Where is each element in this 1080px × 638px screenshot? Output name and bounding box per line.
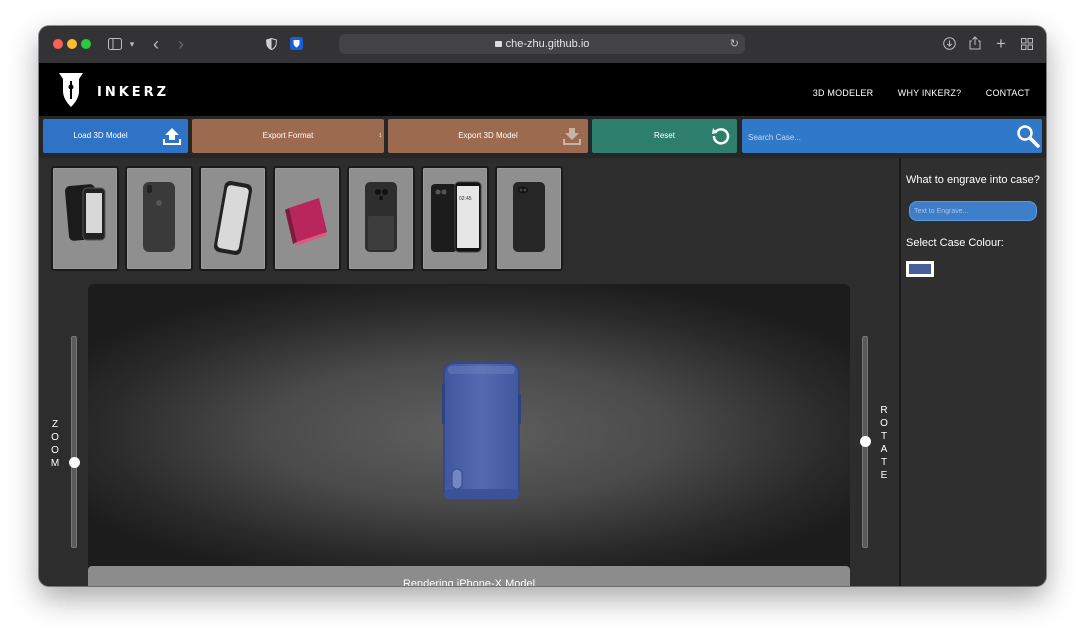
reset-label: Reset [654,131,675,140]
label-letter: Z [51,419,59,430]
back-icon[interactable]: ‹ [149,34,163,54]
browser-window: ▾ ‹ › che-zhu.github.io ↻ + INKERZ 3D MO… [39,26,1046,586]
engrave-question: What to engrave into case? [906,174,1040,186]
label-letter: T [880,457,888,468]
zoom-label: ZOOM [49,418,61,470]
reload-icon[interactable]: ↻ [730,34,739,54]
share-icon[interactable] [967,34,983,54]
case-thumb-5[interactable] [347,166,415,271]
model-viewer[interactable] [88,284,850,569]
pen-nib-icon [59,73,83,107]
export-model-button[interactable]: Export 3D Model [388,119,588,153]
customize-panel: What to engrave into case? Select Case C… [899,158,1046,586]
label-letter: R [880,405,888,416]
download-icon [563,128,581,145]
tab-overview-icon[interactable] [1019,34,1035,54]
main-nav: 3D MODELER WHY INKERZ? CONTACT [793,83,1030,101]
case-thumb-4[interactable] [273,166,341,271]
case-thumb-2[interactable] [125,166,193,271]
password-manager-icon[interactable] [289,34,303,54]
upload-icon [163,128,181,145]
phone-case-icon [431,181,482,253]
select-arrows-icon: ↕ [378,132,383,139]
download-icon[interactable] [941,34,957,54]
export-format-select[interactable]: Export Format ↕ [192,119,384,153]
export-format-label: Export Format [262,131,314,140]
label-letter: M [50,458,60,469]
label-letter: A [880,444,888,455]
site-header: INKERZ 3D MODELER WHY INKERZ? CONTACT [39,63,1046,117]
sidebar-icon[interactable] [107,34,123,54]
new-tab-icon[interactable]: + [993,34,1009,54]
render-status-text: Rendering iPhone-X Model [402,578,536,586]
logo-text: INKERZ [97,85,170,100]
browser-toolbar: ▾ ‹ › che-zhu.github.io ↻ + [39,26,1046,64]
shield-icon[interactable] [264,34,278,54]
nav-contact[interactable]: CONTACT [986,88,1030,98]
case-colour-swatch[interactable] [906,261,934,277]
phone-case-icon [365,182,397,252]
address-bar[interactable]: che-zhu.github.io ↻ [339,34,745,54]
case-search [742,119,1042,153]
label-letter: O [880,418,888,429]
label-letter: O [51,445,59,456]
reset-icon [712,128,730,145]
case-thumb-7[interactable] [495,166,563,271]
label-letter: O [51,432,59,443]
screen-clock: 02:45 [459,196,472,202]
search-icon[interactable] [1016,124,1040,148]
nav-why-inkerz[interactable]: WHY INKERZ? [898,88,962,98]
close-window-button[interactable] [53,39,63,49]
minimize-window-button[interactable] [67,39,77,49]
phone-case-icon [143,182,175,252]
case-thumb-1[interactable] [51,166,119,271]
rotate-slider-handle[interactable] [860,435,871,447]
inkerz-logo[interactable]: INKERZ [57,71,166,117]
url-text: che-zhu.github.io [505,38,590,50]
label-letter: E [880,470,888,481]
zoom-window-button[interactable] [81,39,91,49]
phone-case-icon [285,198,327,246]
reset-button[interactable]: Reset [592,119,737,153]
rotate-label: ROTATE [878,404,890,482]
chevron-down-icon[interactable]: ▾ [127,34,137,54]
load-model-button[interactable]: Load 3D Model [43,119,188,153]
phone-case-icon [513,182,545,252]
colour-label: Select Case Colour: [906,237,1004,249]
case-thumb-6[interactable]: 02:45 [421,166,489,271]
case-search-input[interactable] [746,128,1000,146]
nav-3d-modeler[interactable]: 3D MODELER [813,88,874,98]
label-letter: T [880,431,888,442]
load-model-label: Load 3D Model [73,131,128,140]
engrave-text-input[interactable] [909,201,1037,221]
export-model-label: Export 3D Model [458,131,518,140]
modeler-main: 02:45 ZOOM R O T A T E Rendering iPhone-… [39,158,899,586]
phone-case-model [442,362,521,500]
phone-case-icon [65,184,106,241]
case-thumb-3[interactable] [199,166,267,271]
modeler-toolbar: Load 3D Model Export Format ↕ Export 3D … [39,116,1046,158]
phone-case-icon [213,181,253,255]
lock-icon [494,41,502,47]
forward-icon[interactable]: › [174,34,188,54]
render-status: Rendering iPhone-X Model [88,566,850,586]
zoom-slider-handle[interactable] [69,456,80,468]
zoom-slider[interactable] [71,336,77,548]
